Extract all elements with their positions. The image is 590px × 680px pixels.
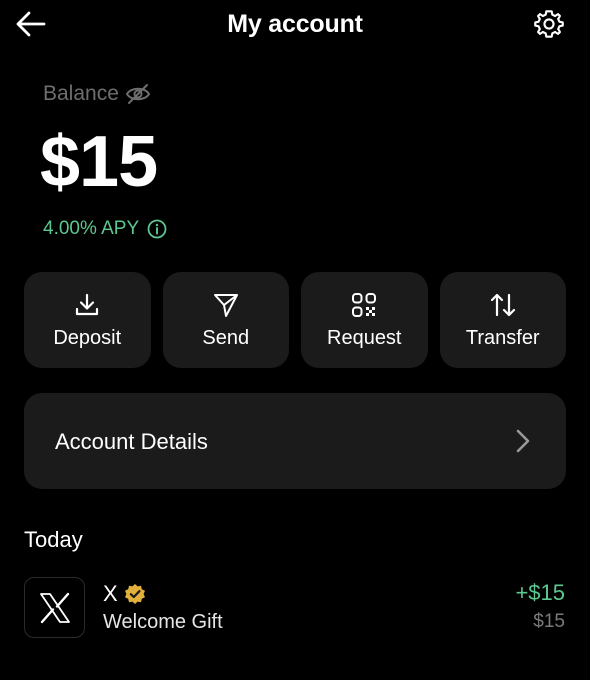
send-label: Send xyxy=(202,326,250,349)
send-icon xyxy=(213,293,238,317)
settings-button[interactable] xyxy=(532,7,566,41)
transaction-name: X xyxy=(103,581,118,606)
page-title: My account xyxy=(227,10,363,38)
account-details-label: Account Details xyxy=(55,429,208,454)
apy-rate: 4.00% APY xyxy=(43,218,140,239)
send-button[interactable]: Send xyxy=(162,272,289,368)
transaction-name-row: X xyxy=(103,581,146,607)
balance-label: Balance xyxy=(43,82,119,105)
my-account-screen: My account Balance $15 4.00% APY Deposit… xyxy=(0,0,590,680)
transfer-button[interactable]: Transfer xyxy=(439,272,566,368)
eye-off-icon[interactable] xyxy=(125,83,151,105)
top-bar: My account xyxy=(0,0,590,48)
account-details-row[interactable]: Account Details xyxy=(24,393,566,489)
qr-code-icon xyxy=(352,292,377,317)
merchant-logo xyxy=(24,577,85,638)
download-icon xyxy=(76,293,99,315)
request-label: Request xyxy=(327,326,402,349)
transfer-arrows-icon xyxy=(490,293,515,316)
info-icon[interactable] xyxy=(147,219,167,239)
transfer-label: Transfer xyxy=(465,326,540,349)
request-button[interactable]: Request xyxy=(301,272,428,368)
balance-amount: $15 xyxy=(40,122,158,202)
deposit-button[interactable]: Deposit xyxy=(24,272,151,368)
deposit-label: Deposit xyxy=(53,326,122,349)
transaction-running-balance: $15 xyxy=(533,611,565,632)
transaction-amount: +$15 xyxy=(515,580,565,605)
chevron-right-icon xyxy=(516,429,530,453)
balance-label-row: Balance xyxy=(43,82,151,106)
verified-badge-icon xyxy=(124,584,145,604)
transaction-description: Welcome Gift xyxy=(103,611,223,633)
section-title-today: Today xyxy=(24,527,83,552)
action-buttons: Deposit Send Request Transfer xyxy=(24,272,566,368)
x-logo-icon xyxy=(39,592,70,623)
gear-icon xyxy=(534,10,564,38)
transaction-item[interactable]: X Welcome Gift +$15 $15 xyxy=(24,577,566,639)
apy-row: 4.00% APY xyxy=(43,218,167,240)
